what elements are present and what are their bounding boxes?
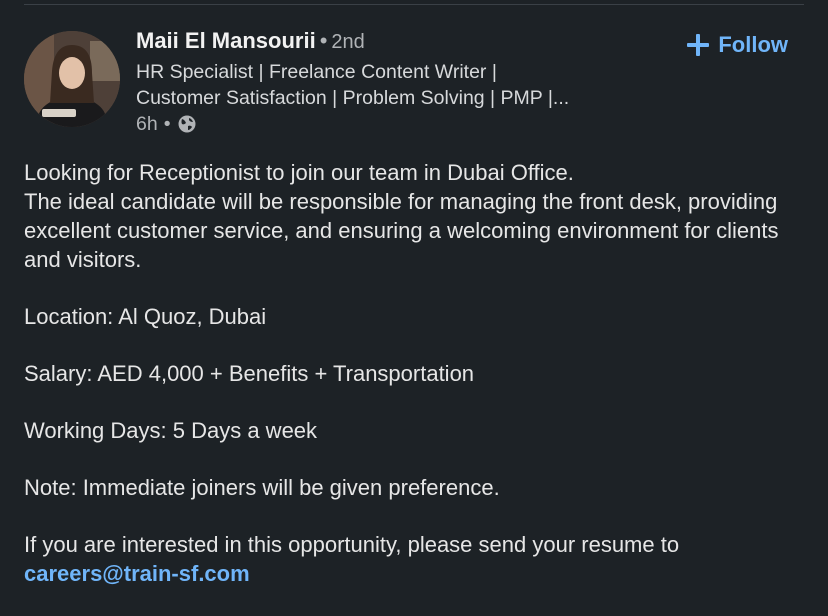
post-salary: Salary: AED 4,000 + Benefits + Transport… [24, 361, 475, 386]
globe-icon [178, 115, 196, 133]
post-time: 6h [136, 113, 158, 135]
name-separator: • [319, 28, 328, 53]
post-location: Location: Al Quoz, Dubai [24, 304, 267, 329]
post-intro: Looking for Receptionist to join our tea… [24, 158, 814, 274]
intro-line-1: Looking for Receptionist to join our tea… [24, 160, 574, 185]
author-name-row: Maii El Mansourii • 2nd [136, 28, 676, 55]
follow-label: Follow [718, 32, 788, 57]
meta-separator: • [163, 113, 171, 135]
post-cta: If you are interested in this opportunit… [24, 530, 814, 588]
author-headline: HR Specialist | Freelance Content Writer… [136, 59, 676, 111]
author-info: Maii El Mansourii • 2nd HR Specialist | Fr… [136, 28, 676, 137]
avatar[interactable] [24, 31, 120, 127]
plus-icon [686, 33, 710, 57]
cta-text: If you are interested in this opportunit… [24, 532, 680, 557]
avatar-photo [24, 31, 120, 127]
author-name[interactable]: Maii El Mansourii [136, 28, 316, 53]
top-divider [24, 4, 804, 5]
post-header: Maii El Mansourii • 2nd HR Specialist | Fr… [24, 28, 804, 138]
headline-line-2: Customer Satisfaction | Problem Solving … [136, 87, 570, 109]
connection-degree: 2nd [331, 31, 365, 53]
post-meta: 6h • [136, 111, 676, 137]
headline-line-1: HR Specialist | Freelance Content Writer… [136, 61, 497, 83]
post-body: Looking for Receptionist to join our tea… [24, 158, 814, 616]
post-note: Note: Immediate joiners will be given pr… [24, 475, 500, 500]
post-working-days: Working Days: 5 Days a week [24, 418, 318, 443]
email-link[interactable]: careers@train-sf.com [24, 561, 250, 586]
intro-line-2: The ideal candidate will be responsible … [24, 189, 779, 272]
follow-button[interactable]: Follow [686, 32, 788, 58]
